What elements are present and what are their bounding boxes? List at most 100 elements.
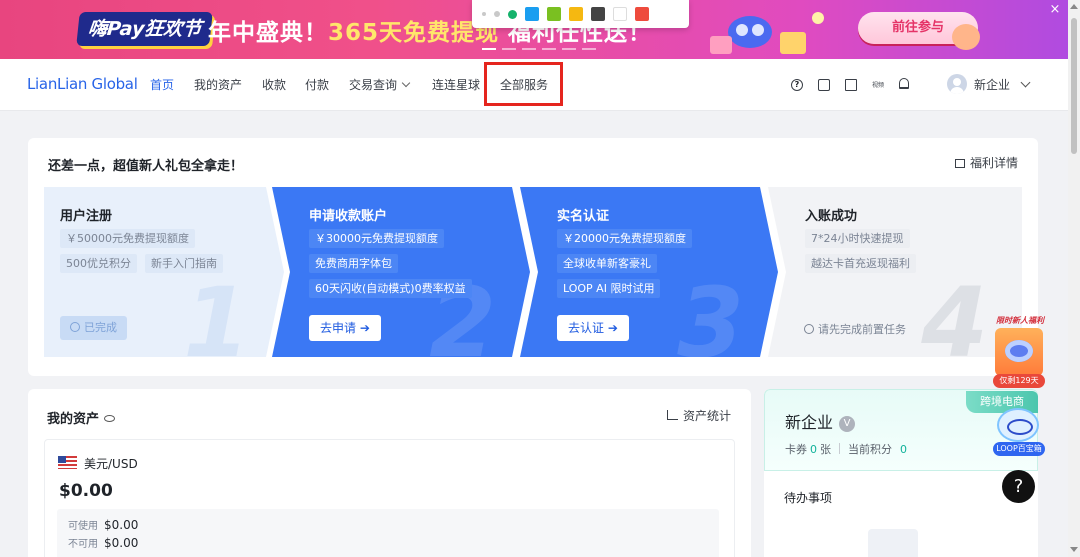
chart-icon	[666, 410, 678, 420]
page-scrollbar[interactable]	[1068, 0, 1080, 557]
available-label: 可使用	[68, 521, 98, 532]
nav-lianlian-planet[interactable]: 连连星球	[432, 76, 480, 93]
benefit-tag: 免费商用字体包	[309, 254, 398, 273]
unavailable-amount: $0.00	[104, 536, 139, 550]
nav-pay[interactable]: 付款	[305, 76, 329, 93]
color-swatch-white[interactable]	[613, 7, 627, 21]
eye-icon[interactable]	[104, 415, 116, 422]
gift-icon[interactable]	[845, 79, 857, 91]
check-circle-icon	[70, 322, 80, 332]
step-first-deposit: 4 入账成功 7*24小时快速提现 越达卡首充返现福利 请先完成前置任务	[768, 187, 1022, 371]
color-picker-toolbar	[472, 0, 689, 28]
pen-size-large-option[interactable]	[508, 9, 517, 19]
step-title: 用户注册	[60, 209, 113, 224]
verify-button[interactable]: 去认证 ➔	[557, 315, 629, 341]
coupons-count[interactable]: 0	[810, 443, 817, 456]
benefit-tag: 500优兑积分	[60, 254, 137, 273]
info-icon	[804, 324, 814, 334]
benefit-tag: 7*24小时快速提现	[805, 229, 910, 248]
benefit-tag: ￥20000元免费提现额度	[557, 229, 692, 248]
asset-statistics-link[interactable]: 资产统计	[666, 407, 731, 424]
promo-title: 限时新人福利	[996, 316, 1044, 325]
video-label[interactable]: 视频	[872, 80, 884, 89]
chevron-down-icon	[401, 78, 411, 88]
profile-stats: 卡券 0 张当前积分 0	[785, 441, 910, 457]
company-name-label: 新企业	[785, 413, 834, 432]
benefit-tag: 全球收单新客豪礼	[557, 254, 657, 273]
color-swatch-dark[interactable]	[591, 7, 605, 21]
hand-pointer-icon	[952, 24, 980, 50]
chevron-down-icon[interactable]	[1020, 77, 1031, 88]
step-benefit-tags: ￥30000元免费提现额度 免费商用字体包 60天闪收(自动模式)0费率权益	[309, 229, 519, 298]
step-benefit-tags: 7*24小时快速提现 越达卡首充返现福利	[805, 229, 1015, 273]
assets-title: 我的资产	[47, 408, 116, 427]
company-name: 新企业 V	[785, 409, 856, 434]
benefit-details-link[interactable]: 福利详情	[954, 154, 1018, 171]
benefit-tag: 越达卡首充返现福利	[805, 254, 916, 273]
us-flag-icon	[58, 456, 77, 469]
loop-glasses-icon	[997, 408, 1039, 442]
points-count[interactable]: 0	[900, 443, 907, 456]
nav-home[interactable]: 首页	[150, 76, 174, 93]
nav-transactions-label: 交易查询	[349, 78, 398, 92]
nav-transactions[interactable]: 交易查询	[349, 76, 411, 93]
unavailable-label: 不可用	[68, 539, 98, 550]
benefit-tag: LOOP AI 限时试用	[557, 279, 661, 298]
step-benefit-tags: ￥50000元免费提现额度 500优兑积分 新手入门指南	[60, 229, 270, 273]
divider	[839, 443, 840, 454]
pen-size-small-option[interactable]	[482, 12, 486, 16]
user-name[interactable]: 新企业	[974, 76, 1010, 93]
color-swatch-blue[interactable]	[525, 7, 539, 21]
avatar[interactable]	[947, 74, 967, 94]
assets-title-label: 我的资产	[47, 412, 100, 427]
step-benefit-tags: ￥20000元免费提现额度 全球收单新客豪礼 LOOP AI 限时试用	[557, 229, 767, 298]
gift-card-title: 还差一点，超值新人礼包全拿走！	[48, 159, 244, 174]
annotation-highlight-box	[484, 62, 563, 106]
step-register: 1 用户注册 ￥50000元免费提现额度 500优兑积分 新手入门指南 已完成	[44, 187, 284, 371]
benefit-tag: ￥30000元免费提现额度	[309, 229, 444, 248]
banner-carousel-indicator[interactable]	[482, 48, 596, 50]
todo-title: 待办事项	[784, 491, 833, 505]
empty-todo-illustration	[868, 529, 918, 557]
gift-icon	[954, 159, 965, 168]
step-apply-account: 2 申请收款账户 ￥30000元免费提现额度 免费商用字体包 60天闪收(自动模…	[272, 187, 530, 371]
close-icon[interactable]: ×	[1047, 2, 1063, 18]
benefit-details-label: 福利详情	[969, 156, 1018, 170]
new-user-gift-card: 还差一点，超值新人礼包全拿走！ 福利详情 1 用户注册 ￥50000元免费提现额…	[28, 138, 1038, 376]
balance-breakdown: 可使用 $0.00 不可用 $0.00	[57, 509, 719, 557]
available-amount: $0.00	[104, 518, 139, 532]
nav-receive[interactable]: 收款	[262, 76, 286, 93]
gift-icon	[995, 328, 1043, 376]
step-title: 实名认证	[557, 209, 610, 224]
loop-toolbox-label: LOOP百宝箱	[993, 442, 1045, 456]
scroll-up-arrow-icon[interactable]	[1070, 4, 1078, 9]
color-swatch-red[interactable]	[635, 7, 649, 21]
vip-level-badge[interactable]: V	[839, 416, 856, 432]
benefit-tag: ￥50000元免费提现额度	[60, 229, 195, 248]
my-assets-card: 我的资产 资产统计 美元/USD $0.00 可使用 $0.00 不可用 $0.00	[28, 389, 751, 557]
headline-prefix: 年中盛典！	[208, 20, 328, 46]
pending-label: 请先完成前置任务	[818, 323, 906, 336]
help-icon[interactable]: ?	[791, 79, 803, 91]
new-user-promo-widget[interactable]: 限时新人福利 仅剩129天	[989, 315, 1051, 391]
color-swatch-yellow[interactable]	[569, 7, 583, 21]
bell-icon[interactable]	[899, 78, 909, 89]
points-label: 当前积分	[848, 443, 892, 456]
pen-size-medium-option[interactable]	[494, 11, 500, 17]
benefit-tag: 60天闪收(自动模式)0费率权益	[309, 279, 472, 298]
currency-balance-panel[interactable]: 美元/USD $0.00 可使用 $0.00 不可用 $0.00	[44, 439, 735, 557]
calendar-icon[interactable]	[818, 79, 830, 91]
apply-button[interactable]: 去申请 ➔	[309, 315, 381, 341]
nav-my-assets[interactable]: 我的资产	[194, 76, 242, 93]
unavailable-row: 不可用 $0.00	[68, 535, 138, 550]
scroll-down-arrow-icon[interactable]	[1070, 547, 1078, 552]
pending-notice: 请先完成前置任务	[804, 321, 906, 337]
step-number: 4	[921, 267, 988, 379]
total-balance: $0.00	[59, 481, 113, 501]
banner-decoration-illustration	[710, 12, 824, 54]
help-chat-button[interactable]: ?	[1002, 470, 1035, 503]
scrollbar-thumb[interactable]	[1071, 18, 1077, 154]
loop-toolbox-widget[interactable]: LOOP百宝箱	[991, 408, 1047, 460]
brand-logo[interactable]: LianLian Global	[27, 75, 138, 93]
color-swatch-green[interactable]	[547, 7, 561, 21]
